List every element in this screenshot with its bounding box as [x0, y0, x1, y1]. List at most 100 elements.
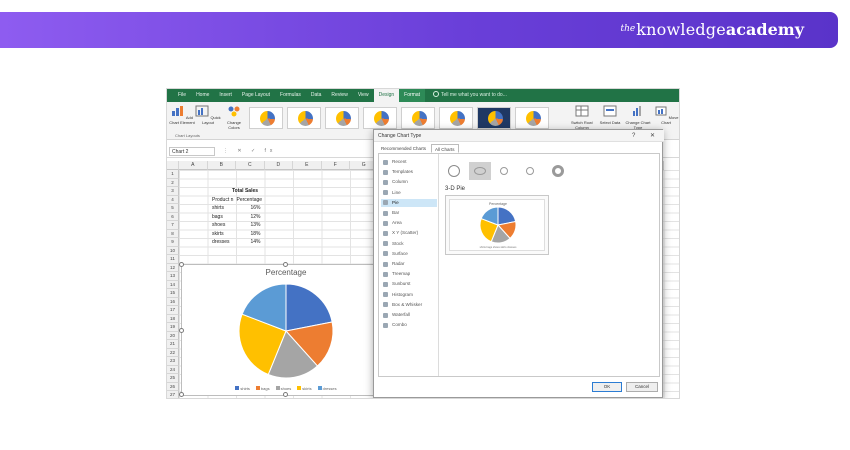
legend-item-skirts[interactable]: skirts	[297, 386, 312, 391]
cell-product[interactable]: shirts	[212, 204, 224, 213]
subtype-3d-pie[interactable]	[469, 162, 491, 180]
row-header-7[interactable]: 7	[167, 221, 179, 230]
row-header-15[interactable]: 15	[167, 289, 179, 298]
chart-legend[interactable]: shirts bags shoes skirts dresses	[182, 386, 390, 391]
legend-item-shoes[interactable]: shoes	[275, 386, 291, 391]
row-header-27[interactable]: 27	[167, 391, 179, 398]
chart-type-x-y-scatter-[interactable]: X Y (Scatter)	[381, 229, 437, 237]
tab-view[interactable]: View	[353, 89, 374, 102]
cell-percentage[interactable]: 12%	[251, 213, 261, 222]
chart-preview[interactable]: Percentage shirts bags shoes skirts dres…	[445, 195, 549, 255]
move-chart-button[interactable]: Move Chart	[653, 105, 679, 125]
cell-header-percentage[interactable]: Percentage	[237, 196, 263, 205]
row-header-5[interactable]: 5	[167, 204, 179, 213]
chart-type-combo[interactable]: Combo	[381, 321, 437, 329]
chart-type-area[interactable]: Area	[381, 219, 437, 227]
tab-insert[interactable]: Insert	[214, 89, 237, 102]
chart-type-stock[interactable]: Stock	[381, 240, 437, 248]
dialog-tab-recommended-charts[interactable]: Recommended Charts	[378, 144, 429, 153]
brand-logo[interactable]: theknowledgeacademy	[621, 20, 805, 39]
row-header-21[interactable]: 21	[167, 340, 179, 349]
row-header-16[interactable]: 16	[167, 297, 179, 306]
column-header-f[interactable]: F	[321, 161, 350, 170]
subtype-bar-of-pie[interactable]	[521, 162, 543, 180]
chart-style-8[interactable]	[515, 107, 549, 129]
cell-product[interactable]: bags	[212, 213, 223, 222]
close-icon[interactable]: ✕	[650, 130, 655, 142]
tab-home[interactable]: Home	[191, 89, 214, 102]
row-header-4[interactable]: 4	[167, 195, 179, 204]
row-header-9[interactable]: 9	[167, 238, 179, 247]
column-header-d[interactable]: D	[264, 161, 293, 170]
chart-style-7[interactable]	[477, 107, 511, 129]
chart-type-column[interactable]: Column	[381, 178, 437, 186]
row-header-1[interactable]: 1	[167, 170, 179, 179]
row-header-24[interactable]: 24	[167, 365, 179, 374]
row-header-2[interactable]: 2	[167, 178, 179, 187]
chart-type-pie[interactable]: Pie	[381, 198, 437, 208]
tab-formulas[interactable]: Formulas	[275, 89, 306, 102]
help-icon[interactable]: ?	[632, 130, 635, 142]
tab-file[interactable]: File	[173, 89, 191, 102]
cell-percentage[interactable]: 18%	[251, 230, 261, 239]
cell-percentage[interactable]: 13%	[251, 221, 261, 230]
chart-style-3[interactable]	[325, 107, 359, 129]
chart-type-box-whisker[interactable]: Box & Whisker	[381, 301, 437, 309]
chart-style-5[interactable]	[401, 107, 435, 129]
row-header-3[interactable]: 3	[167, 187, 179, 196]
chart-style-2[interactable]	[287, 107, 321, 129]
column-header-a[interactable]: A	[179, 161, 208, 170]
chart-type-recent[interactable]: Recent	[381, 158, 437, 166]
cancel-button[interactable]: Cancel	[626, 382, 658, 392]
subtype-pie[interactable]	[443, 162, 465, 180]
row-header-17[interactable]: 17	[167, 306, 179, 315]
add-chart-element-button[interactable]: Add Chart Element	[169, 105, 195, 125]
change-colors-button[interactable]: Change Colors	[221, 105, 247, 130]
chart-type-radar[interactable]: Radar	[381, 260, 437, 268]
row-header-25[interactable]: 25	[167, 374, 179, 383]
switch-row-column-button[interactable]: Switch Row/ Column	[569, 105, 595, 130]
row-header-10[interactable]: 10	[167, 246, 179, 255]
cell-percentage[interactable]: 16%	[251, 204, 261, 213]
tab-format[interactable]: Format	[399, 89, 425, 102]
name-box[interactable]: Chart 2	[169, 147, 215, 156]
chart-type-waterfall[interactable]: Waterfall	[381, 311, 437, 319]
row-header-14[interactable]: 14	[167, 280, 179, 289]
chart-type-histogram[interactable]: Histogram	[381, 291, 437, 299]
row-header-26[interactable]: 26	[167, 382, 179, 391]
column-header-b[interactable]: B	[207, 161, 236, 170]
cell-table-title[interactable]: Total Sales	[232, 187, 258, 196]
tab-review[interactable]: Review	[326, 89, 352, 102]
row-header-11[interactable]: 11	[167, 255, 179, 264]
dialog-tab-all-charts[interactable]: All Charts	[431, 144, 459, 153]
chart-type-sunburst[interactable]: Sunburst	[381, 280, 437, 288]
tab-page-layout[interactable]: Page Layout	[237, 89, 275, 102]
row-header-8[interactable]: 8	[167, 229, 179, 238]
subtype-pie-of-pie[interactable]	[495, 162, 517, 180]
subtype-doughnut[interactable]	[547, 162, 569, 180]
cell-product[interactable]: dresses	[212, 238, 230, 247]
row-header-13[interactable]: 13	[167, 272, 179, 281]
formula-icons[interactable]: ⋮ ✕ ✓ fx	[223, 147, 276, 156]
tab-data[interactable]: Data	[306, 89, 327, 102]
chart-style-4[interactable]	[363, 107, 397, 129]
chart-type-bar[interactable]: Bar	[381, 209, 437, 217]
row-header-12[interactable]: 12	[167, 263, 179, 272]
legend-item-dresses[interactable]: dresses	[317, 386, 337, 391]
pie-chart[interactable]: Percentage shirts bags shoes skirts dresses	[179, 262, 390, 397]
chart-style-6[interactable]	[439, 107, 473, 129]
chart-style-1[interactable]	[249, 107, 283, 129]
cell-header-product[interactable]: Product n	[212, 196, 233, 205]
row-header-6[interactable]: 6	[167, 212, 179, 221]
row-header-20[interactable]: 20	[167, 331, 179, 340]
legend-item-bags[interactable]: bags	[255, 386, 270, 391]
cell-product[interactable]: shoes	[212, 221, 225, 230]
change-chart-type-button[interactable]: Change Chart Type	[625, 105, 651, 130]
column-header-c[interactable]: C	[236, 161, 265, 170]
select-data-button[interactable]: Select Data	[597, 105, 623, 125]
row-header-22[interactable]: 22	[167, 348, 179, 357]
ok-button[interactable]: OK	[592, 382, 622, 392]
tab-design[interactable]: Design	[373, 89, 400, 102]
column-header-e[interactable]: E	[293, 161, 322, 170]
cell-product[interactable]: skirts	[212, 230, 224, 239]
